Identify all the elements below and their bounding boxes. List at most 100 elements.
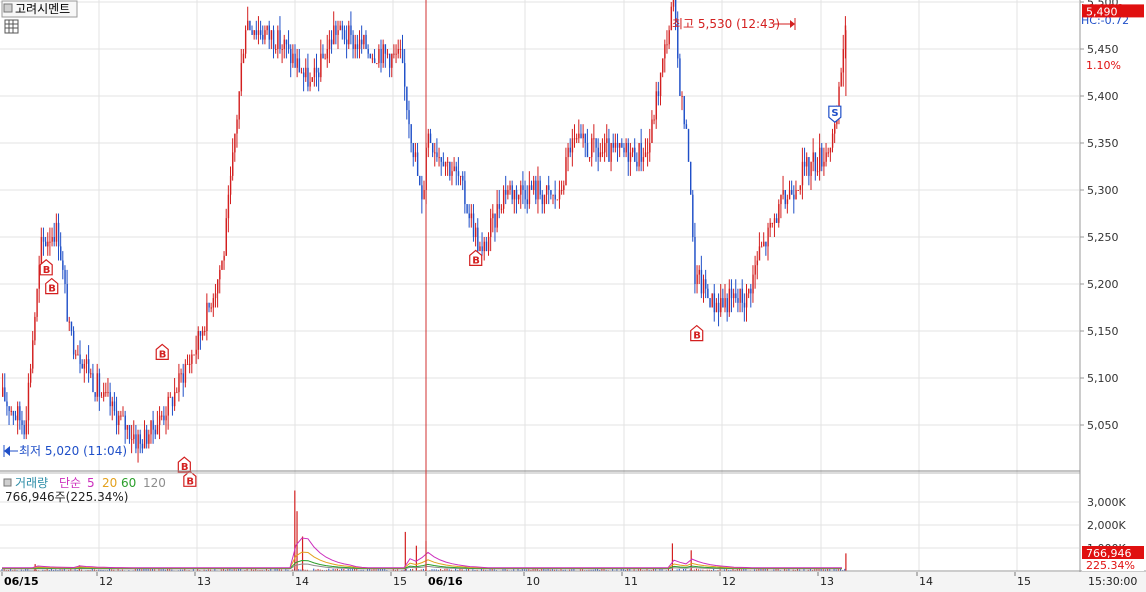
stock-chart[interactable]: BBBBBSBSBS 5,0505,1005,1505,2005,2505,30…: [0, 0, 1146, 592]
candle-body: [653, 119, 655, 121]
candle-body: [797, 190, 799, 191]
candle-body: [492, 213, 494, 219]
candle-body: [79, 354, 81, 364]
candle-body: [584, 133, 587, 143]
candle-body: [115, 410, 118, 425]
svg-text:B: B: [181, 462, 189, 473]
candle-body: [823, 161, 825, 167]
candle-body: [687, 128, 690, 162]
candle-body: [382, 44, 384, 64]
candle-body: [300, 72, 303, 74]
candle-body: [72, 331, 75, 355]
candle-body: [726, 298, 728, 313]
candle-body: [277, 30, 279, 49]
candle-body: [825, 152, 827, 162]
candle-body: [8, 406, 10, 411]
candle-body: [85, 359, 88, 364]
table-icon[interactable]: [4, 19, 19, 34]
candle-body: [627, 143, 630, 162]
candle-body: [169, 396, 172, 398]
candle-body: [423, 190, 425, 200]
chart-background: [0, 0, 1146, 592]
candle-body: [745, 293, 748, 308]
candle-body: [105, 392, 107, 394]
candle-body: [788, 190, 791, 200]
volume-legend-ma60: 60: [121, 476, 136, 490]
candle-body: [320, 53, 322, 78]
candle-body: [466, 204, 468, 214]
volume-legend-ma5: 5: [87, 476, 95, 490]
candle-body: [625, 143, 627, 153]
candle-body: [4, 387, 6, 402]
price-tick-label: 5,300: [1087, 184, 1119, 197]
candle-body: [262, 34, 264, 40]
candle-body: [786, 199, 789, 205]
candle-body: [479, 246, 481, 252]
candle-body: [247, 20, 249, 31]
candle-body: [608, 138, 610, 162]
time-tick-label: 10: [526, 575, 540, 588]
candle-body: [391, 53, 393, 68]
candle-body: [137, 434, 139, 449]
candle-body: [167, 396, 169, 416]
candle-body: [328, 39, 331, 49]
candle-body: [27, 382, 30, 421]
candle-body: [545, 185, 548, 195]
change-badge-text: 1.10%: [1086, 59, 1121, 72]
candle-body: [189, 363, 191, 365]
candle-body: [307, 67, 309, 87]
candle-body: [227, 194, 230, 219]
candle-body: [287, 44, 290, 49]
candle-body: [453, 166, 455, 172]
candle-body: [251, 30, 253, 35]
candle-body: [109, 392, 111, 407]
candle-body: [636, 161, 638, 167]
candle-body: [741, 288, 743, 303]
candle-body: [681, 96, 683, 97]
candle-body: [601, 152, 604, 154]
candle-body: [156, 425, 159, 435]
candle-body: [88, 359, 90, 374]
candle-body: [505, 190, 507, 195]
candle-body: [438, 157, 440, 159]
candle-body: [416, 152, 419, 176]
candle-body: [414, 152, 417, 158]
candle-body: [563, 185, 565, 190]
candle-body: [152, 420, 154, 430]
candle-body: [683, 96, 685, 125]
candle-body: [389, 53, 391, 68]
candle-body: [281, 49, 283, 50]
time-tick-label: 06/16: [428, 575, 463, 588]
volume-legend-ma20: 20: [102, 476, 117, 490]
candle-body: [361, 39, 363, 45]
candle-body: [206, 302, 208, 331]
candle-body: [395, 53, 397, 55]
candle-body: [490, 218, 492, 237]
candle-body: [556, 199, 559, 201]
candle-body: [49, 241, 51, 243]
candle-body: [698, 269, 700, 275]
high-annotation: 최고 5,530 (12:43): [672, 17, 780, 31]
candle-body: [335, 25, 337, 35]
candle-body: [51, 237, 53, 242]
candle-body: [477, 227, 479, 252]
candle-body: [672, 0, 675, 7]
candle-body: [842, 49, 845, 73]
candle-body: [780, 194, 782, 205]
price-tick-label: 5,150: [1087, 325, 1119, 338]
candle-body: [174, 392, 176, 407]
candle-body: [657, 91, 660, 96]
candle-body: [184, 363, 187, 383]
candle-body: [330, 39, 333, 45]
candle-body: [561, 190, 563, 191]
price-tick-label: 5,200: [1087, 278, 1119, 291]
candle-body: [436, 152, 438, 158]
candle-body: [496, 204, 498, 228]
candle-body: [502, 190, 505, 209]
x-axis-strip: [0, 572, 1146, 592]
candle-body: [178, 373, 180, 393]
candle-body: [793, 194, 795, 200]
candle-body: [735, 293, 737, 299]
candle-body: [487, 237, 490, 252]
candle-body: [223, 255, 225, 261]
